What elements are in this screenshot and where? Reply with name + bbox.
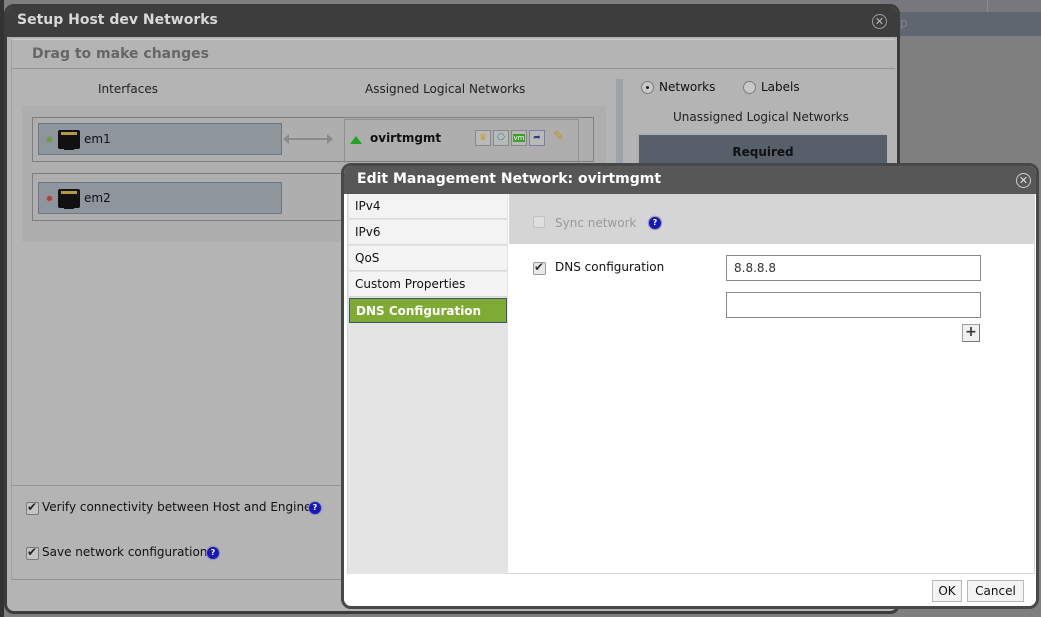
interface-name: em1: [84, 132, 111, 146]
networks-radio[interactable]: [641, 81, 654, 94]
double-arrow-icon: [283, 134, 333, 144]
tab-list: IPv4 IPv6 QoS Custom Properties DNS Conf…: [348, 194, 508, 574]
ethernet-port-icon: [58, 189, 80, 209]
ok-button[interactable]: OK: [932, 580, 962, 602]
help-icon[interactable]: ?: [309, 502, 321, 514]
management-crown-icon: ♛: [475, 130, 491, 146]
save-network-config-label: Save network configuration: [42, 545, 208, 559]
tab-ipv4[interactable]: IPv4: [349, 194, 507, 219]
dialog-header: Edit Management Network: ovirtmgmt ✕: [344, 166, 1036, 194]
background-strip: p: [880, 12, 1041, 36]
help-icon[interactable]: ?: [649, 217, 661, 229]
tab-custom-properties[interactable]: Custom Properties: [349, 272, 507, 297]
status-down-icon: [46, 195, 53, 202]
drag-hint: Drag to make changes: [32, 46, 209, 62]
close-icon[interactable]: ✕: [872, 14, 887, 29]
help-icon[interactable]: ?: [207, 547, 219, 559]
interface-em1[interactable]: em1: [38, 123, 282, 155]
sync-network-label: Sync network: [555, 216, 637, 230]
dns-server-2-input[interactable]: [726, 292, 981, 318]
networks-radio-label: Networks: [659, 80, 716, 94]
display-monitor-icon: ⎔: [493, 130, 509, 146]
dns-server-1-input[interactable]: [726, 255, 981, 281]
unassigned-networks-header: Unassigned Logical Networks: [673, 110, 849, 124]
verify-connectivity-checkbox[interactable]: [26, 500, 39, 515]
background-text: p: [900, 16, 908, 30]
dialog-title: Edit Management Network: ovirtmgmt: [357, 171, 662, 187]
sync-network-bar: Sync network ?: [509, 194, 1035, 244]
status-up-icon: [46, 136, 53, 143]
vm-network-icon: vm: [511, 130, 527, 146]
verify-connectivity-label: Verify connectivity between Host and Eng…: [42, 500, 312, 514]
add-dns-server-button[interactable]: +: [962, 324, 980, 342]
tab-ipv6[interactable]: IPv6: [349, 220, 507, 245]
dialog-title: Setup Host dev Networks: [17, 12, 218, 28]
network-up-icon: [350, 136, 362, 144]
tab-qos[interactable]: QoS: [349, 246, 507, 271]
pencil-icon[interactable]: ✎: [553, 130, 567, 144]
assigned-networks-header: Assigned Logical Networks: [365, 82, 526, 96]
close-icon[interactable]: ✕: [1016, 173, 1031, 188]
dialog-body: IPv4 IPv6 QoS Custom Properties DNS Conf…: [347, 194, 1035, 574]
dialog-header: Setup Host dev Networks ✕: [7, 7, 897, 37]
labels-radio-label: Labels: [761, 80, 800, 94]
interface-name: em2: [84, 191, 111, 205]
ethernet-port-icon: [58, 130, 80, 150]
network-name: ovirtmgmt: [370, 131, 442, 145]
migration-icon: ➦: [529, 130, 545, 146]
tab-dns-configuration[interactable]: DNS Configuration: [349, 298, 507, 323]
background-top-bar: [880, 0, 1041, 12]
dns-configuration-label: DNS configuration: [555, 260, 665, 274]
edit-management-network-dialog: Edit Management Network: ovirtmgmt ✕ IPv…: [341, 163, 1039, 609]
interfaces-header: Interfaces: [98, 82, 158, 96]
save-network-config-checkbox[interactable]: [26, 545, 39, 560]
dns-configuration-checkbox[interactable]: [533, 260, 546, 275]
interface-em2[interactable]: em2: [38, 182, 282, 214]
cancel-button[interactable]: Cancel: [967, 580, 1024, 602]
labels-radio[interactable]: [743, 81, 756, 94]
divider: [987, 0, 988, 12]
sync-network-checkbox[interactable]: [533, 216, 545, 228]
assigned-network-ovirtmgmt[interactable]: ovirtmgmt ♛ ⎔ vm ➦ ✎: [344, 119, 579, 163]
drag-hint-bar: Drag to make changes: [11, 39, 895, 69]
nic-group: em1 ovirtmgmt ♛ ⎔ vm ➦ ✎: [32, 117, 594, 163]
